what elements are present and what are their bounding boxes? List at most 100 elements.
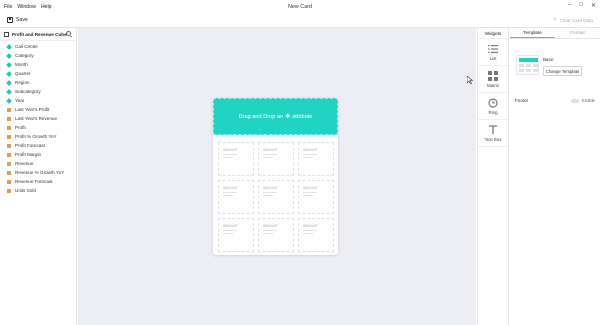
field-item[interactable]: Last Year's Revenue: [0, 114, 76, 123]
tile-value: AMOUNT: [223, 148, 238, 152]
field-item[interactable]: Units Sold: [0, 186, 76, 195]
thumbnail-cell: [526, 64, 531, 67]
measure-icon: [7, 134, 11, 139]
footer-label: Footer: [515, 98, 529, 103]
field-item[interactable]: Category: [0, 51, 76, 60]
tile-grid: AMOUNT AMOUNT AMOUNT AMOUNT AMOUNT AMOUN…: [213, 135, 338, 252]
tile-line: [303, 195, 313, 196]
tile-line: [303, 192, 317, 193]
tile-placeholder[interactable]: AMOUNT: [258, 218, 294, 252]
tile-placeholder[interactable]: AMOUNT: [218, 180, 254, 214]
field-item[interactable]: Quarter: [0, 69, 76, 78]
tile-placeholder[interactable]: AMOUNT: [298, 142, 334, 176]
tile-line: [223, 154, 237, 155]
field-label: Units Sold: [15, 188, 36, 193]
enable-label: Enable: [581, 98, 595, 103]
field-item[interactable]: Revenue Forecast: [0, 177, 76, 186]
tile-value: AMOUNT: [303, 186, 318, 190]
field-item[interactable]: Last Year's Profit: [0, 105, 76, 114]
field-label: Month: [15, 62, 28, 67]
menu-help[interactable]: Help: [41, 4, 52, 10]
widget-matrix-label: Matrix: [487, 82, 499, 88]
tile-value: AMOUNT: [263, 224, 278, 228]
field-item[interactable]: Profit Margin: [0, 150, 76, 159]
template-info: Basic Change Template: [543, 55, 582, 76]
dimension-icon: [6, 61, 12, 68]
window-title: New Card: [288, 3, 312, 10]
tile-placeholder[interactable]: AMOUNT: [298, 180, 334, 214]
footer-toggle[interactable]: [570, 98, 579, 103]
field-label: Profit Margin: [15, 152, 42, 157]
tile-placeholder[interactable]: AMOUNT: [298, 218, 334, 252]
template-thumbnail[interactable]: [516, 55, 539, 75]
tile-value: AMOUNT: [223, 186, 238, 190]
list-icon: [488, 44, 498, 53]
thumbnail-header: [519, 58, 538, 62]
tile-placeholder[interactable]: AMOUNT: [258, 142, 294, 176]
menu-bar: File Window Help: [0, 4, 51, 10]
field-item[interactable]: Revenue % Growth YoY: [0, 168, 76, 177]
search-icon[interactable]: [66, 31, 71, 36]
save-label: Save: [16, 17, 28, 23]
tab-format[interactable]: Format: [555, 28, 600, 38]
footer-enable: Enable: [570, 98, 595, 103]
move-icon: ✥: [285, 114, 291, 120]
widget-list[interactable]: List: [478, 39, 508, 66]
measure-icon: [7, 152, 11, 157]
tile-value: AMOUNT: [263, 148, 278, 152]
properties-panel: Template Format Basic Change Template Fo…: [510, 28, 600, 325]
tile-line: [303, 154, 317, 155]
field-item[interactable]: Revenue: [0, 159, 76, 168]
cube-icon: [4, 31, 9, 37]
field-item[interactable]: Subcategory: [0, 87, 76, 96]
field-item[interactable]: Year: [0, 96, 76, 105]
thumbnail-cell: [533, 64, 538, 67]
maximize-icon[interactable]: □: [579, 2, 583, 9]
close-icon[interactable]: ✕: [591, 2, 596, 9]
measure-icon: [7, 116, 11, 121]
clear-card-data-button[interactable]: ✎ Clear Card Data: [553, 17, 593, 23]
tab-template[interactable]: Template: [510, 28, 555, 38]
field-item[interactable]: Month: [0, 60, 76, 69]
measure-icon: [7, 170, 11, 175]
menu-file[interactable]: File: [4, 4, 12, 10]
tile-placeholder[interactable]: AMOUNT: [258, 180, 294, 214]
measure-icon: [7, 125, 11, 130]
widget-ring[interactable]: Ring: [478, 93, 508, 120]
thumbnail-cell: [519, 69, 524, 72]
field-item[interactable]: Profit Forecast: [0, 141, 76, 150]
tile-line: [223, 157, 233, 158]
drop-text-end: attribute: [292, 113, 313, 120]
thumbnail-cell: [519, 64, 524, 67]
widgets-title: Widgets: [478, 28, 508, 39]
card-preview[interactable]: Drag and Drop an ✥ attribute AMOUNT AMOU…: [213, 98, 338, 255]
field-label: Category: [15, 53, 34, 58]
footer-setting: Footer Enable: [515, 98, 595, 103]
drop-zone[interactable]: Drag and Drop an ✥ attribute: [213, 98, 338, 135]
minimize-icon[interactable]: –: [568, 2, 571, 9]
cube-name: Profit and Revenue Cube: [12, 31, 67, 37]
tile-placeholder[interactable]: AMOUNT: [218, 218, 254, 252]
field-label: Call Center: [15, 44, 38, 49]
widget-matrix[interactable]: Matrix: [478, 66, 508, 93]
menu-window[interactable]: Window: [17, 4, 35, 10]
change-template-button[interactable]: Change Template: [543, 66, 582, 76]
measure-icon: [7, 107, 11, 112]
cube-header[interactable]: Profit and Revenue Cube: [0, 28, 76, 41]
panel-tabs: Template Format: [510, 28, 600, 39]
field-item[interactable]: Profit % Growth YoY: [0, 132, 76, 141]
field-item[interactable]: Region: [0, 78, 76, 87]
save-button[interactable]: Save: [7, 17, 28, 23]
field-label: Profit: [15, 125, 26, 130]
field-item[interactable]: Call Center: [0, 42, 76, 51]
widget-text-box[interactable]: Text Box: [478, 120, 508, 147]
field-item[interactable]: Profit: [0, 123, 76, 132]
tile-line: [223, 192, 237, 193]
tile-placeholder[interactable]: AMOUNT: [218, 142, 254, 176]
field-label: Region: [15, 80, 30, 85]
field-label: Last Year's Revenue: [15, 116, 57, 121]
tile-line: [223, 230, 237, 231]
field-label: Subcategory: [15, 89, 41, 94]
dimension-icon: [6, 97, 12, 104]
tile-line: [263, 192, 277, 193]
